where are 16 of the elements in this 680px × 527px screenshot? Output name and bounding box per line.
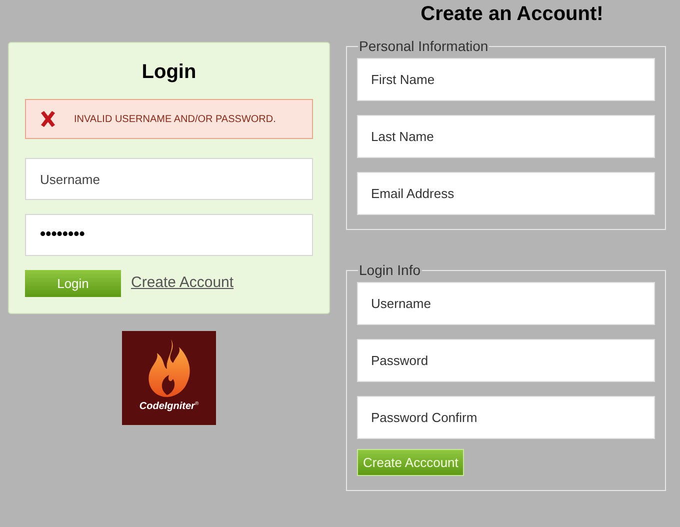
input-field[interactable]: Password Confirm [357, 396, 655, 439]
input-field[interactable]: First Name [357, 58, 655, 101]
section-legend: Personal Information [358, 38, 490, 54]
input-field[interactable]: Password [357, 339, 655, 382]
error-message: INVALID USERNAME AND/OR PASSWORD. [74, 112, 276, 126]
input-field[interactable]: Username [25, 158, 313, 200]
create-account-link[interactable]: Create Account [131, 272, 234, 295]
input-field[interactable]: Last Name [357, 115, 655, 158]
error-x-icon [38, 109, 58, 129]
logo-text: CodeIgniter [139, 401, 195, 413]
input-field[interactable]: •••••••• [25, 214, 313, 256]
input-field[interactable]: Email Address [357, 172, 655, 215]
section-legend: Login Info [358, 262, 422, 278]
input-field[interactable]: Username [357, 282, 655, 325]
signup-title: Create an Account! [420, 2, 604, 26]
login-title: Login [140, 60, 198, 85]
